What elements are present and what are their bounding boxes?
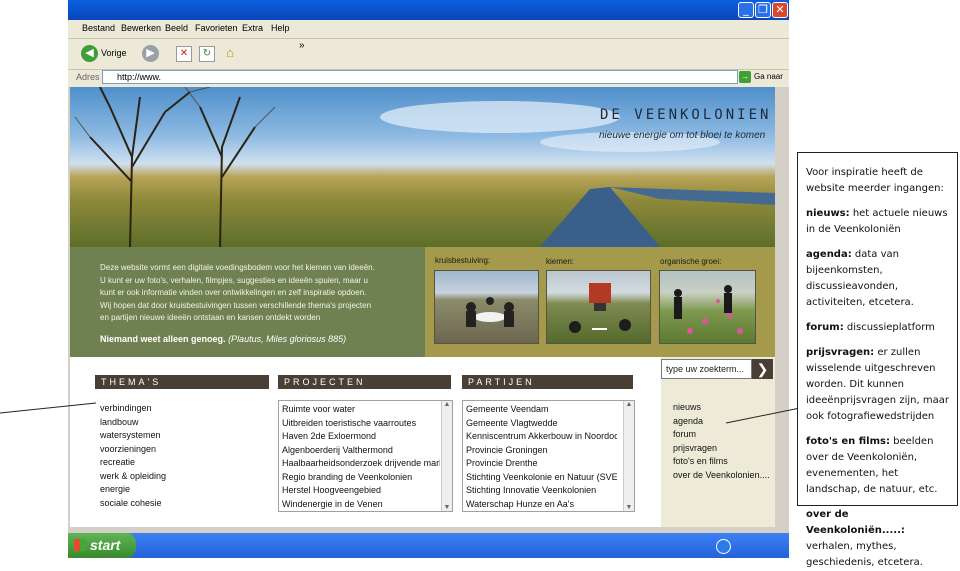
tray-network-icon[interactable] [716,539,731,554]
taskbar: start [68,533,789,558]
annotation-callout: Voor inspiratie heeft de website meerder… [797,152,958,568]
callout-text: verhalen, mythes, geschiedenis, etcetera… [806,541,923,568]
callout-term: prijsvragen: [806,347,875,358]
callout-text: er zullen wisselende uitgeschreven worde… [806,347,949,422]
callout-term: agenda: [806,249,852,260]
callout-text: discussieplatform [843,322,935,333]
callout-intro: Voor inspiratie heeft de website meerder… [806,167,944,194]
callout-term: forum: [806,322,844,333]
start-label: start [90,537,121,553]
callout-term: foto's en films: [806,436,890,447]
callout-term: over de Veenkoloniën.....: [806,509,905,536]
start-button[interactable]: start [68,533,136,558]
windows-logo-icon [74,539,86,551]
callout-term: nieuws: [806,208,850,219]
